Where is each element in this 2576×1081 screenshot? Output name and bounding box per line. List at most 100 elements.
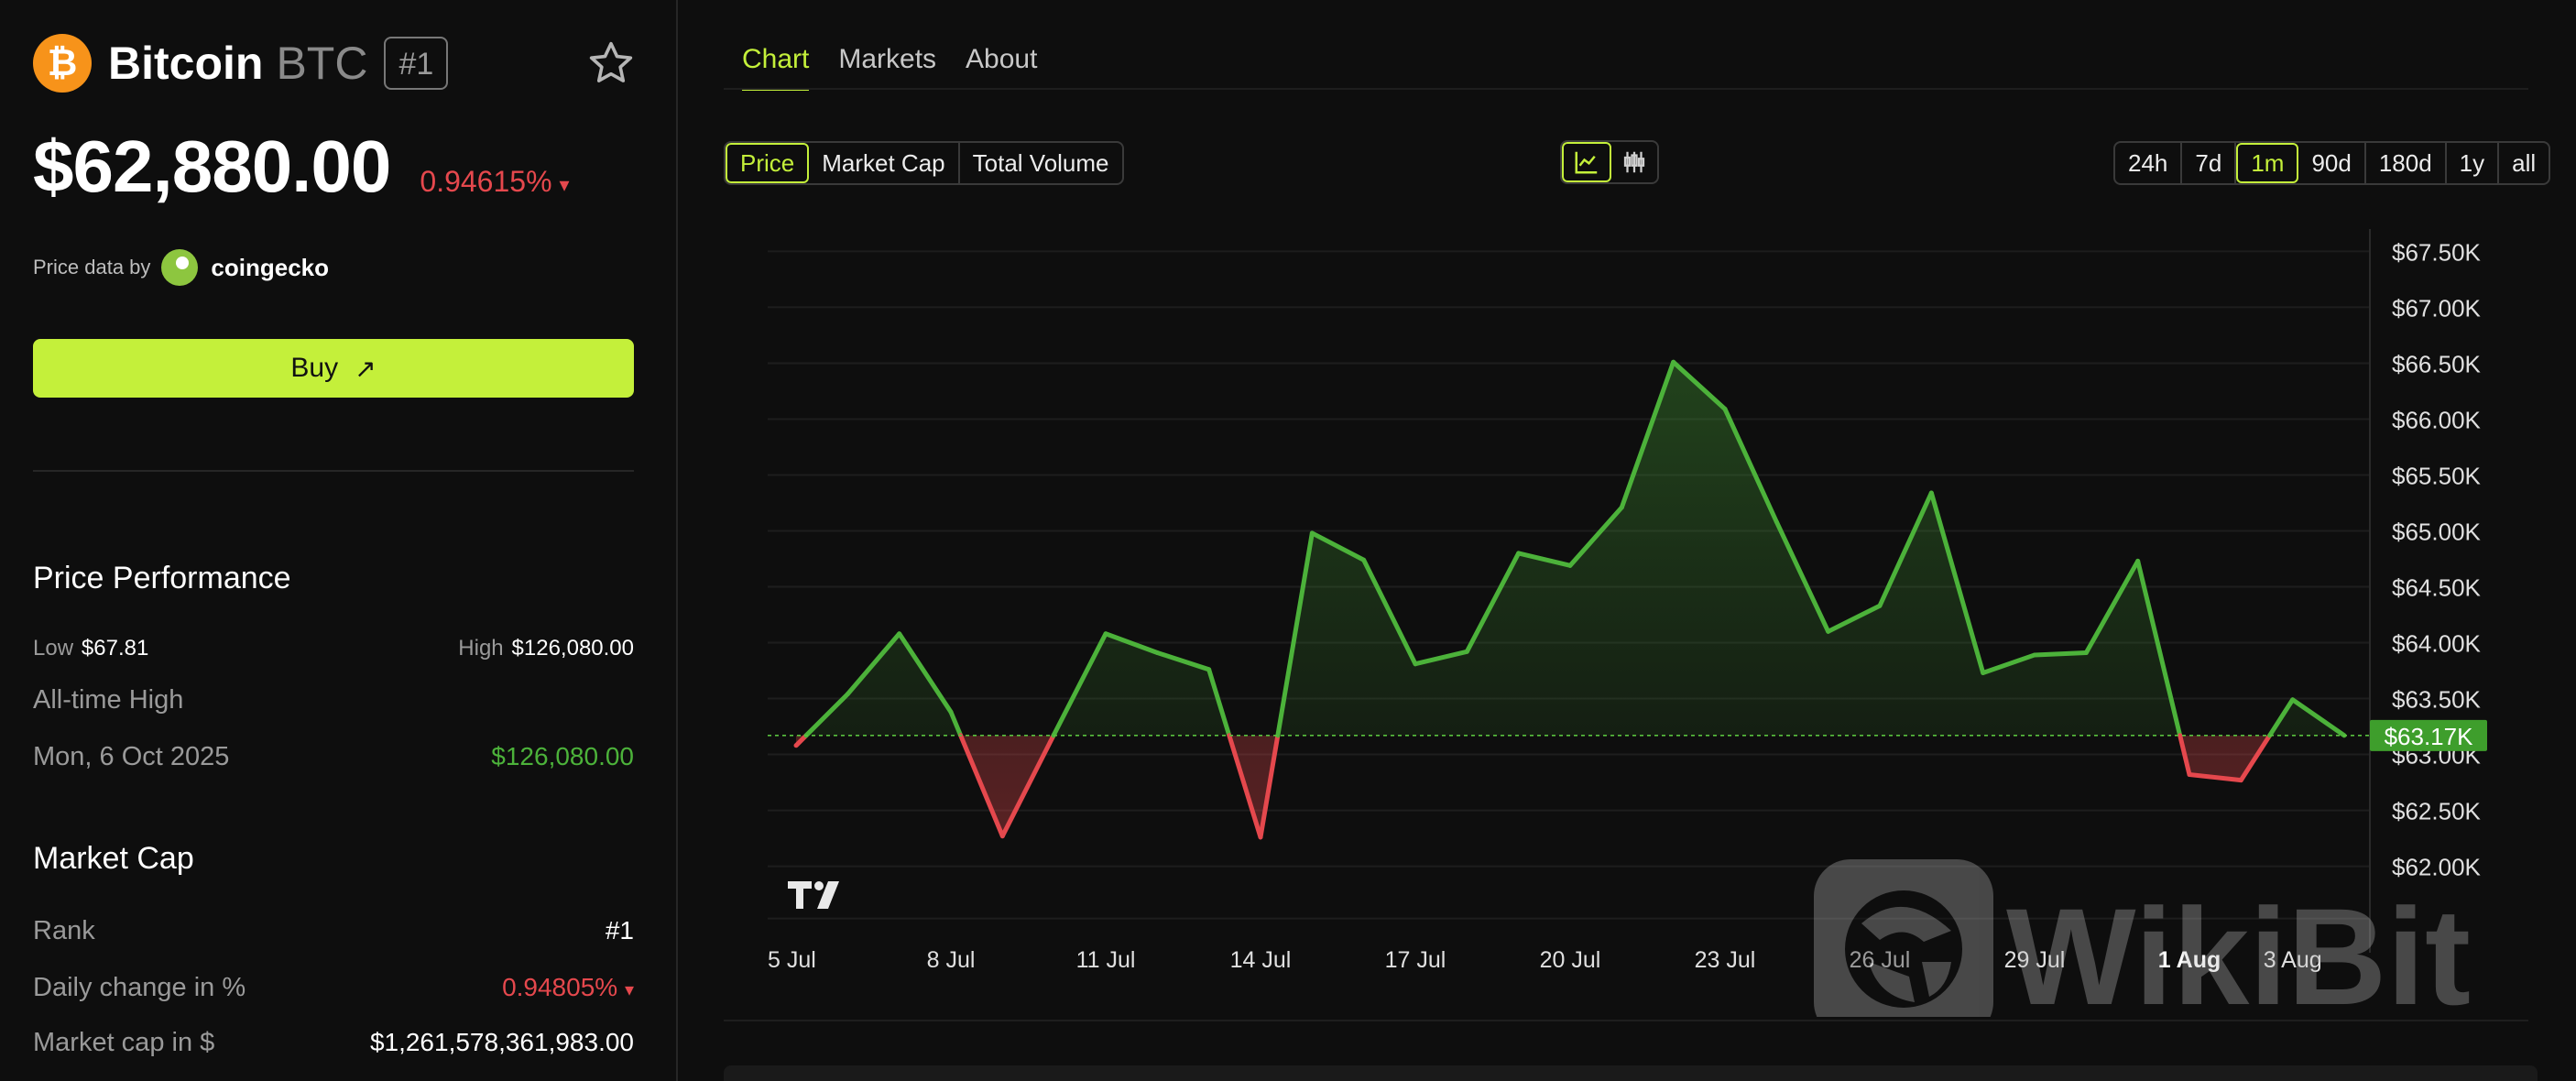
low-value: $67.81 [81, 636, 149, 661]
y-tick-label: $64.00K [2392, 630, 2482, 658]
y-tick-label: $66.00K [2392, 406, 2482, 433]
data-point [1929, 491, 1934, 496]
range-90d[interactable]: 90d [2298, 143, 2366, 183]
range-1y[interactable]: 1y [2447, 143, 2500, 183]
data-point [1361, 558, 1366, 562]
next-section-bar [724, 1065, 2538, 1081]
range-180d[interactable]: 180d [2366, 143, 2447, 183]
coin-name: Bitcoin [108, 38, 264, 89]
data-point [1155, 650, 1160, 655]
data-point [2239, 778, 2243, 782]
range-all[interactable]: all [2499, 143, 2549, 183]
rank-label: Rank [33, 916, 95, 945]
current-price: $62,880.00 [33, 126, 391, 207]
data-point [1723, 407, 1728, 411]
metric-price[interactable]: Price [726, 143, 810, 183]
x-tick-label: 20 Jul [1540, 947, 1601, 973]
data-point [2135, 559, 2140, 563]
range-1m[interactable]: 1m [2236, 143, 2299, 183]
data-point [2188, 772, 2192, 777]
market-cap-title: Market Cap [33, 841, 194, 876]
tab-about[interactable]: About [966, 44, 1037, 91]
chart-type-selector [1560, 140, 1659, 184]
x-tick-label: 5 Jul [768, 947, 816, 973]
price-line-segment [2032, 650, 2089, 658]
daily-change-label: Daily change in % [33, 973, 246, 1002]
candlestick-icon[interactable] [1611, 142, 1657, 182]
ath-label: All-time High [33, 685, 184, 715]
watermark-text: WikiBit [2006, 879, 2471, 1017]
x-tick-label: 23 Jul [1695, 947, 1756, 973]
tab-chart[interactable]: Chart [742, 44, 810, 91]
data-point [1671, 360, 1675, 365]
market-cap-value: $1,261,578,361,983.00 [369, 1028, 634, 1056]
market-cap-label: Market cap in $ [33, 1028, 215, 1057]
y-tick-label: $65.50K [2392, 462, 2482, 489]
wikibit-watermark-icon [1814, 859, 1993, 1017]
line-chart-icon[interactable] [1562, 142, 1611, 182]
rank-badge: #1 [384, 37, 449, 90]
divider [33, 470, 634, 472]
coin-sidebar: ₿ Bitcoin BTC #1 $62,880.00 0.94615% ▾ Pr… [0, 0, 678, 1081]
price-chart[interactable]: $62.00K$62.50K$63.00K$63.50K$64.00K$64.5… [724, 229, 2538, 1017]
metric-selector: Price Market Cap Total Volume [724, 141, 1124, 185]
main-tabs: Chart Markets About [742, 44, 1066, 91]
data-point [1826, 629, 1830, 634]
y-tick-label: $64.50K [2392, 574, 2482, 602]
tab-markets[interactable]: Markets [838, 44, 936, 91]
x-tick-label: 8 Jul [927, 947, 976, 973]
data-point [1774, 519, 1779, 524]
metric-market-cap[interactable]: Market Cap [809, 143, 960, 183]
down-arrow-icon: ▾ [624, 980, 634, 1000]
last-price-label: $63.17K [2385, 723, 2474, 750]
y-tick-label: $66.50K [2392, 350, 2482, 377]
ath-row: All-time High [33, 685, 634, 715]
y-tick-label: $62.50K [2392, 798, 2482, 825]
data-point [1981, 671, 1985, 675]
buy-label: Buy [290, 353, 339, 383]
market-cap-row: Market cap in $ $1,261,578,361,983.00 [33, 1028, 634, 1058]
price-change-value: 0.94615% [420, 165, 552, 198]
time-range-selector: 24h 7d 1m 90d 180d 1y all [2113, 141, 2551, 185]
data-point [1206, 667, 1211, 672]
metric-total-volume[interactable]: Total Volume [960, 143, 1122, 183]
price-change: 0.94615% ▾ [420, 165, 569, 199]
coin-symbol: BTC [276, 38, 368, 89]
data-point [1414, 661, 1418, 666]
price-performance-title: Price Performance [33, 561, 291, 595]
data-point [1259, 835, 1263, 839]
coin-header: ₿ Bitcoin BTC #1 [33, 33, 449, 93]
y-tick-label: $67.50K [2392, 238, 2482, 266]
data-point [1465, 650, 1469, 654]
rank-row: Rank #1 [33, 916, 634, 946]
ath-value: $126,080.00 [491, 742, 634, 770]
range-7d[interactable]: 7d [2182, 143, 2237, 183]
daily-change-value: 0.94805% ▾ [502, 973, 634, 1002]
daily-change-row: Daily change in % 0.94805% ▾ [33, 973, 634, 1003]
rank-value: #1 [605, 916, 634, 945]
x-tick-label: 11 Jul [1076, 947, 1136, 973]
low-label: Low [33, 636, 74, 661]
data-point [949, 710, 954, 715]
buy-button[interactable]: Buy ↗ [33, 339, 634, 398]
daily-change-number: 0.94805% [502, 973, 618, 1001]
high-label: High [458, 636, 504, 661]
arrow-up-right-icon: ↗ [355, 354, 377, 383]
ath-date-row: Mon, 6 Oct 2025 $126,080.00 [33, 742, 634, 772]
star-icon[interactable] [586, 38, 636, 88]
chart-bottom-divider [724, 1020, 2528, 1021]
high-value: $126,080.00 [511, 636, 634, 661]
data-point [2033, 652, 2037, 657]
range-24h[interactable]: 24h [2115, 143, 2183, 183]
data-point [1310, 530, 1315, 535]
price-data-attribution: Price data by coingecko [33, 249, 329, 286]
y-tick-label: $65.00K [2392, 518, 2482, 545]
data-point [794, 743, 799, 748]
low-high-row: Low $67.81 High $126,080.00 [33, 636, 634, 661]
tradingview-logo-icon [788, 881, 839, 909]
coingecko-link[interactable]: coingecko [211, 254, 329, 282]
x-tick-label: 14 Jul [1230, 947, 1292, 973]
x-tick-label: 17 Jul [1385, 947, 1446, 973]
data-point [1000, 834, 1005, 838]
data-point [1516, 551, 1521, 555]
